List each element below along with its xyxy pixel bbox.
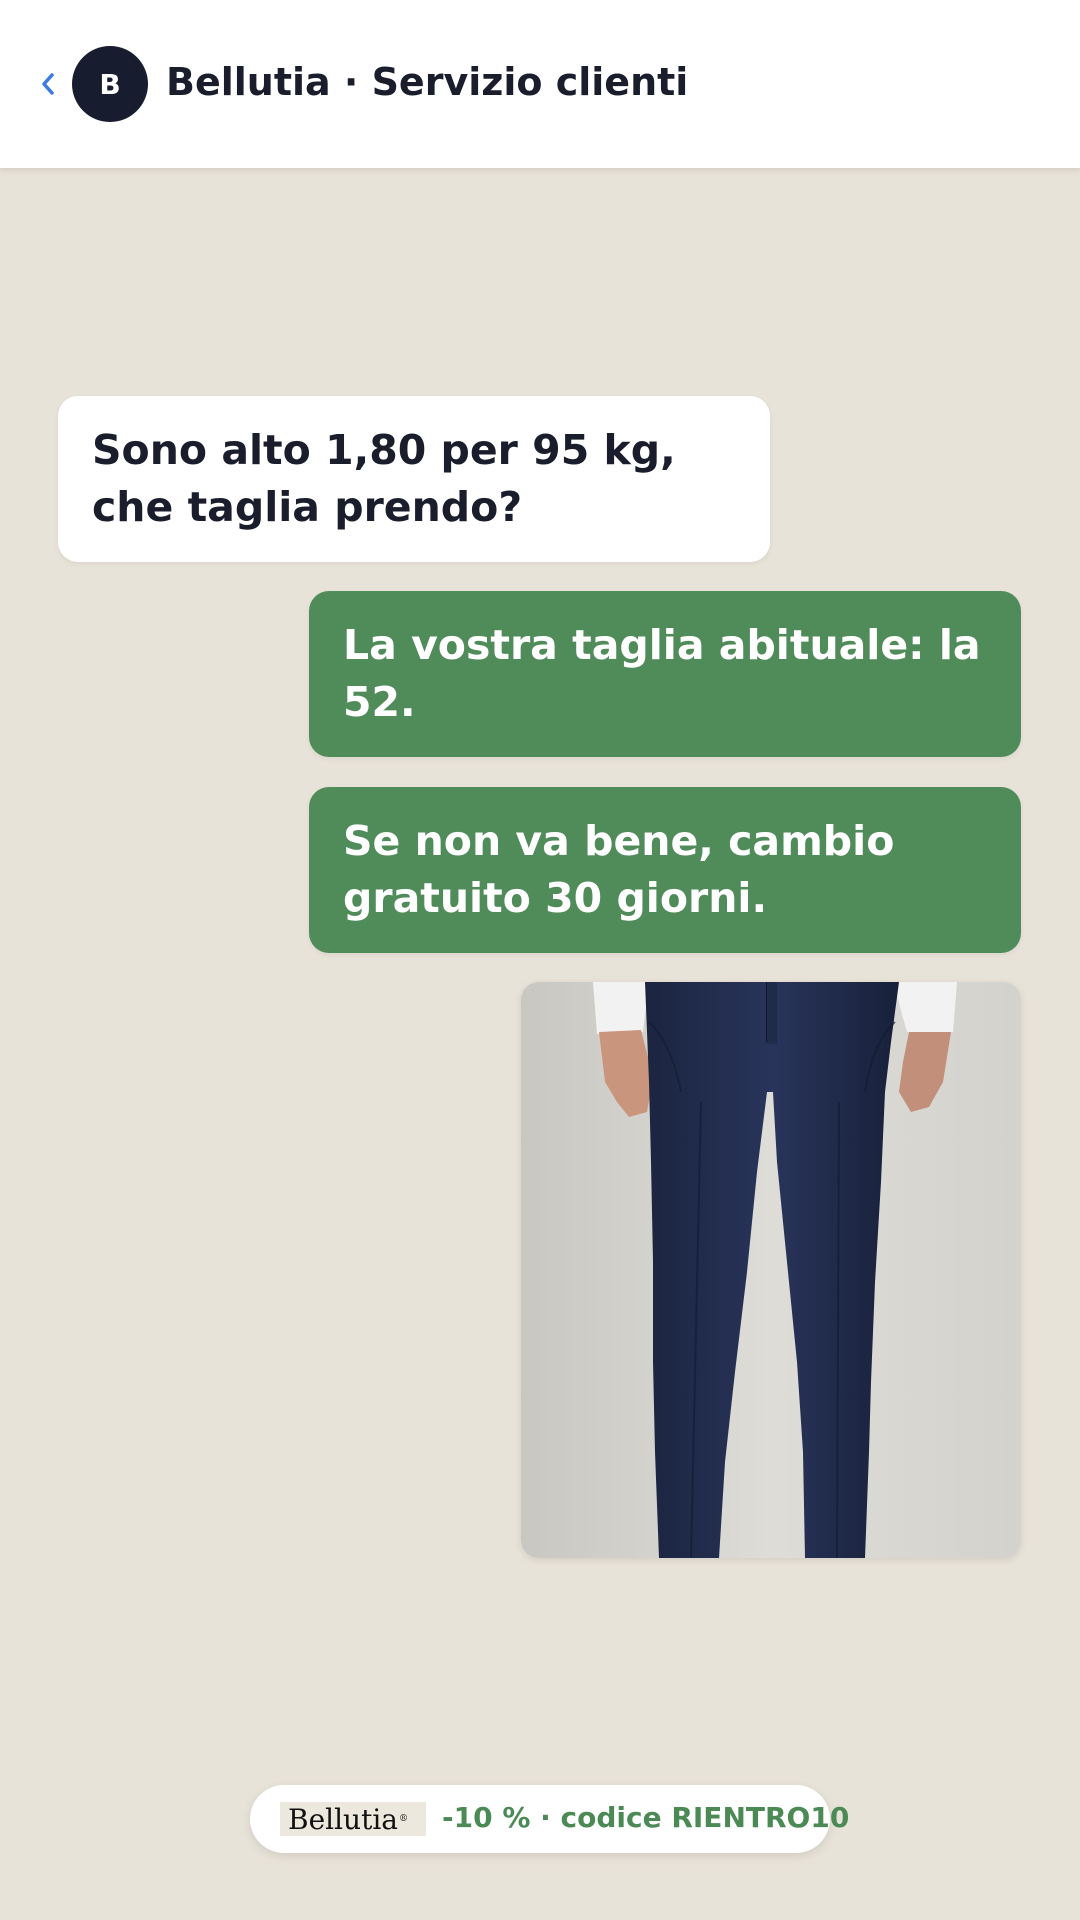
chat-title: Bellutia · Servizio clienti (166, 60, 689, 104)
promo-code-text: -10 % · codice RIENTRO10 (442, 1801, 850, 1834)
brand-logo-text: Bellutia (288, 1802, 398, 1836)
message-bubble-agent: Se non va bene, cambio gratuito 30 giorn… (309, 787, 1021, 953)
product-image-trousers[interactable] (521, 982, 1021, 1558)
back-button[interactable] (38, 66, 58, 102)
chevron-left-icon (42, 73, 54, 95)
registered-mark: ® (399, 1814, 408, 1824)
brand-logo: Bellutia ® (280, 1802, 426, 1836)
message-bubble-customer: Sono alto 1,80 per 95 kg, che taglia pre… (58, 396, 770, 562)
avatar[interactable]: B (72, 46, 148, 122)
promo-banner[interactable]: Bellutia ® -10 % · codice RIENTRO10 (250, 1785, 849, 1853)
message-bubble-agent: La vostra taglia abituale: la 52. (309, 591, 1021, 757)
chat-header: B Bellutia · Servizio clienti (0, 0, 1080, 168)
chat-screen: B Bellutia · Servizio clienti Sono alto … (0, 0, 1080, 1920)
